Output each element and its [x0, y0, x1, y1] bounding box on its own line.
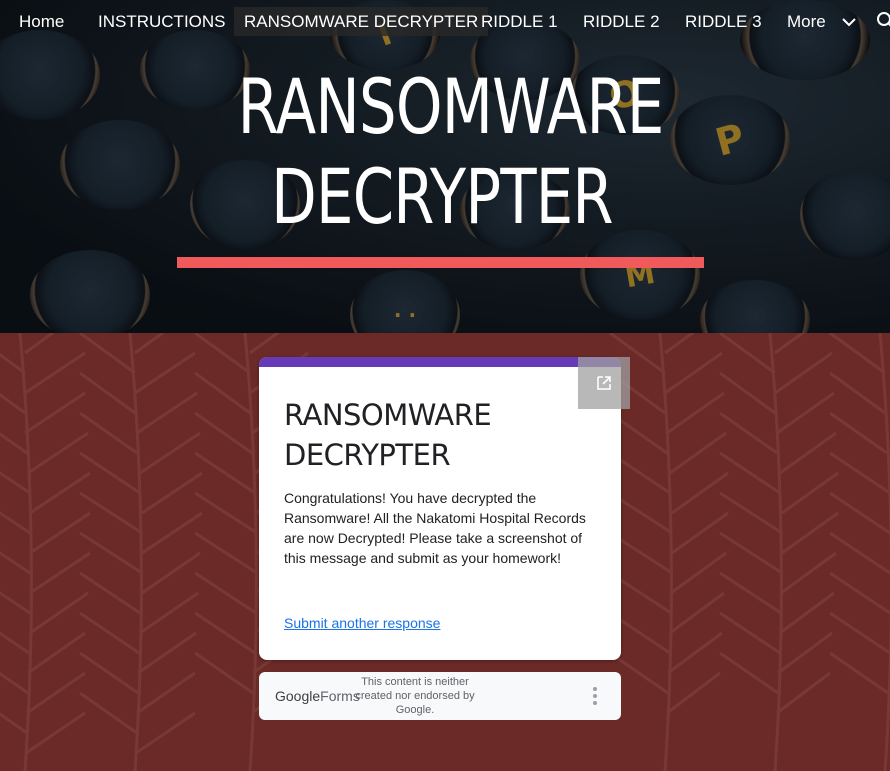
form-title-line-1: RANSOMWARE	[284, 398, 492, 432]
open-in-new-icon	[597, 376, 611, 390]
submit-another-response-link[interactable]: Submit another response	[284, 615, 440, 631]
nav-riddle-1[interactable]: RIDDLE 1	[471, 7, 568, 36]
form-title-line-2: DECRYPTER	[284, 438, 451, 472]
open-in-new-button[interactable]	[578, 357, 630, 409]
page-title-line-1: RANSOMWARE	[237, 62, 665, 151]
nav-riddle-3[interactable]: RIDDLE 3	[675, 7, 772, 36]
more-options-icon[interactable]	[590, 686, 600, 706]
google-forms-logo-google: Google	[275, 688, 321, 704]
nav-instructions[interactable]: INSTRUCTIONS	[88, 7, 236, 36]
google-forms-logo[interactable]: GoogleForms	[275, 688, 360, 704]
form-confirmation-card: RANSOMWARE DECRYPTER Congratulations! Yo…	[259, 357, 621, 660]
confirmation-message: Congratulations! You have decrypted the …	[284, 490, 586, 566]
title-underline	[177, 257, 704, 268]
form-title: RANSOMWARE DECRYPTER	[284, 395, 584, 475]
top-nav: Home INSTRUCTIONS RANSOMWARE DECRYPTER R…	[0, 0, 890, 42]
search-icon[interactable]	[876, 11, 890, 31]
google-forms-logo-forms: Forms	[320, 688, 360, 704]
google-disclaimer: This content is neither created nor endo…	[355, 676, 475, 716]
nav-riddle-2[interactable]: RIDDLE 2	[573, 7, 670, 36]
chevron-down-icon[interactable]	[840, 13, 858, 31]
nav-ransomware-decrypter[interactable]: RANSOMWARE DECRYPTER	[234, 7, 489, 36]
page-title-line-2: DECRYPTER	[271, 152, 613, 241]
page-title: RANSOMWARE DECRYPTER	[237, 62, 665, 242]
form-theme-bar	[259, 357, 621, 367]
google-forms-footer: GoogleForms This content is neither crea…	[259, 672, 621, 720]
nav-more[interactable]: More	[777, 7, 836, 36]
nav-home[interactable]: Home	[9, 7, 74, 36]
